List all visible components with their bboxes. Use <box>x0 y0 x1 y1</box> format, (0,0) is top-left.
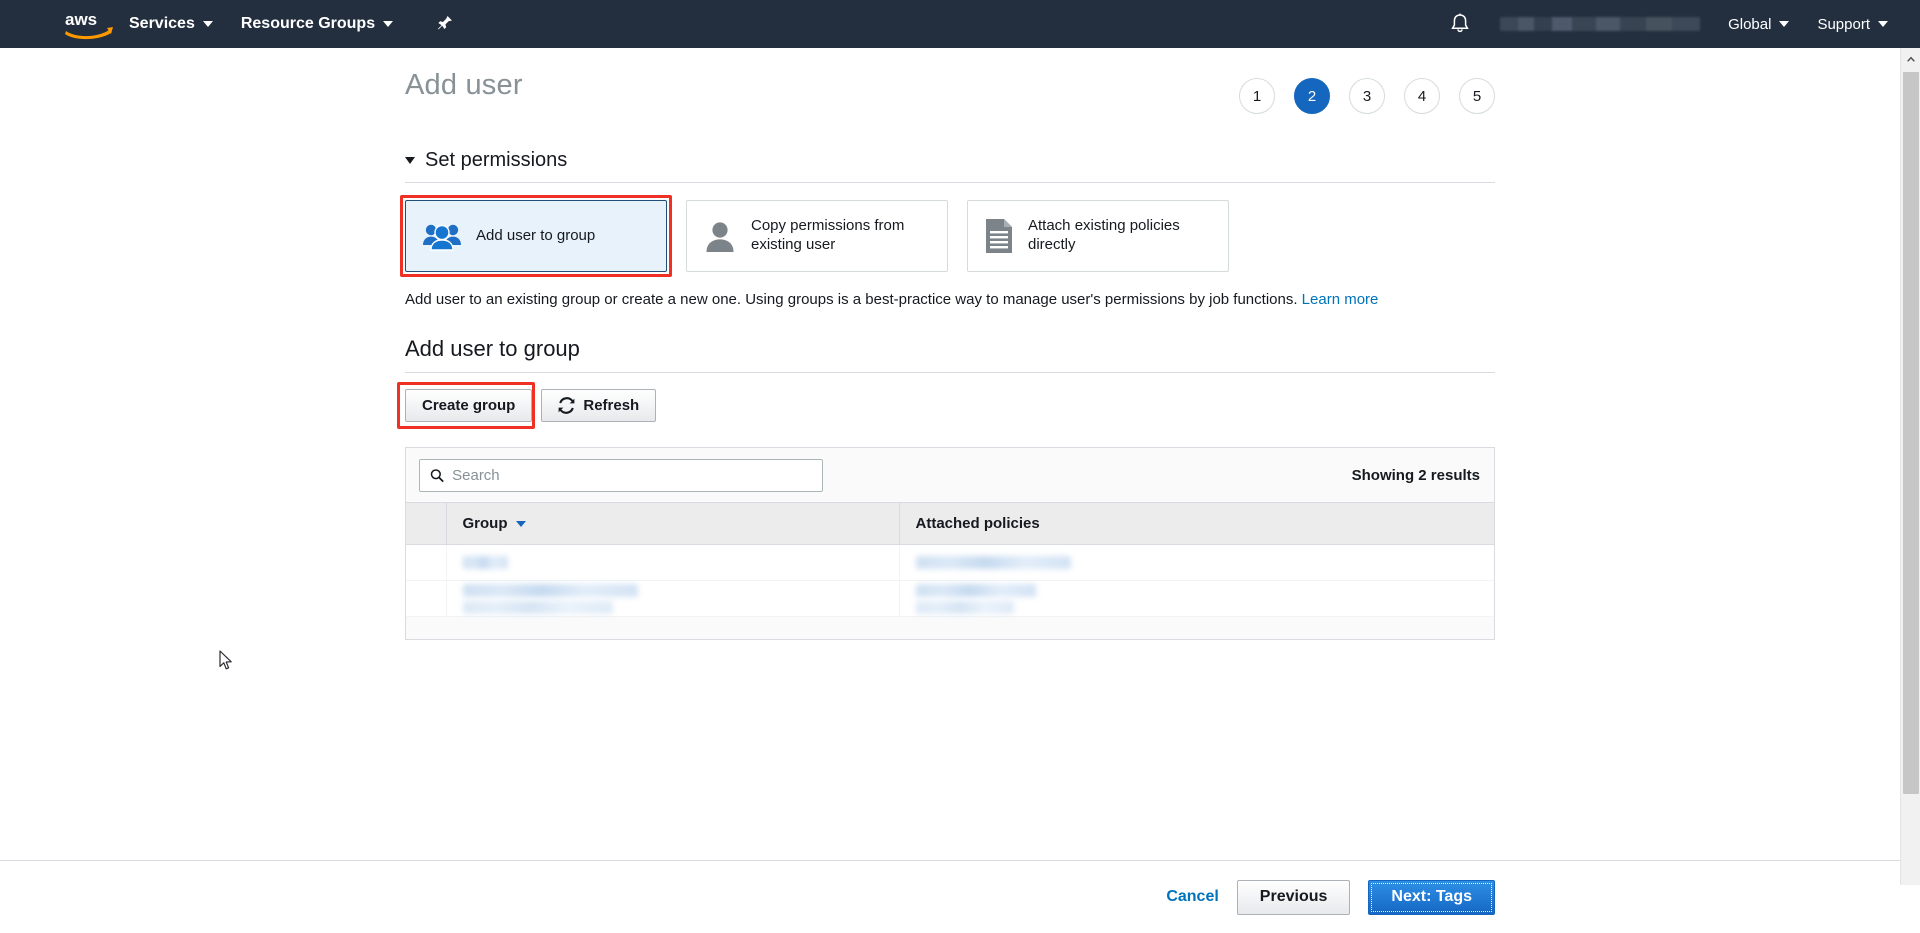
svg-text:aws: aws <box>65 10 97 29</box>
learn-more-link[interactable]: Learn more <box>1302 291 1379 308</box>
row-group-cell <box>446 544 900 581</box>
main-content: Add user 1 2 3 4 5 Set permissions Add u… <box>397 48 1495 640</box>
column-header-group[interactable]: Group <box>446 502 900 545</box>
chevron-down-icon <box>1878 21 1888 27</box>
aws-logo[interactable]: aws <box>63 8 115 40</box>
row-policies-cell <box>899 544 1494 581</box>
notifications-button[interactable] <box>1434 0 1486 48</box>
set-permissions-section-header[interactable]: Set permissions <box>405 149 1495 172</box>
nav-resource-groups-label: Resource Groups <box>240 15 376 32</box>
step-indicator: 1 2 3 4 5 <box>1239 78 1495 114</box>
card-copy-permissions[interactable]: Copy permissions from existing user <box>686 200 948 272</box>
refresh-icon <box>558 397 575 414</box>
groups-panel-footer <box>406 617 1494 639</box>
scroll-up-button[interactable] <box>1901 48 1920 68</box>
column-header-attached-policies[interactable]: Attached policies <box>899 502 1494 545</box>
step-1[interactable]: 1 <box>1239 78 1275 114</box>
search-input[interactable] <box>452 466 812 484</box>
redacted-group-name <box>462 583 638 597</box>
step-2-label: 2 <box>1307 87 1317 105</box>
support-menu[interactable]: Support <box>1803 0 1902 48</box>
row-checkbox-cell[interactable] <box>406 580 447 617</box>
bell-icon <box>1451 13 1469 33</box>
permissions-description: Add user to an existing group or create … <box>405 289 1495 310</box>
search-box[interactable] <box>419 458 823 492</box>
nav-services-label: Services <box>129 15 195 32</box>
card-add-user-to-group[interactable]: Add user to group <box>400 195 672 277</box>
wizard-footer: Cancel Previous Next: Tags <box>0 861 1900 933</box>
add-user-to-group-heading: Add user to group <box>405 336 580 361</box>
step-3[interactable]: 3 <box>1349 78 1385 114</box>
refresh-label: Refresh <box>583 397 640 414</box>
document-icon <box>986 219 1012 253</box>
redacted-group-name-line2 <box>462 600 613 614</box>
top-navigation-bar: aws Services Resource Groups Global Supp… <box>0 0 1920 48</box>
subsection-divider <box>405 372 1495 373</box>
section-divider <box>405 182 1495 183</box>
table-row[interactable] <box>406 544 1494 581</box>
groups-panel: Showing 2 results Group Attached pol <box>405 447 1495 640</box>
page-title: Add user <box>405 69 523 101</box>
card-attach-policies-label: Attach existing policies directly <box>1028 217 1180 253</box>
redacted-attached-policies <box>915 556 1071 569</box>
vertical-scrollbar[interactable] <box>1900 48 1920 885</box>
person-icon <box>706 222 734 252</box>
chevron-down-icon <box>1779 21 1790 27</box>
step-2[interactable]: 2 <box>1294 78 1330 114</box>
redacted-attached-policies-line2 <box>915 600 1014 614</box>
step-1-label: 1 <box>1252 87 1262 105</box>
create-group-button[interactable]: Create group <box>405 389 533 422</box>
account-name-redacted[interactable] <box>1500 17 1701 31</box>
permissions-description-text: Add user to an existing group or create … <box>405 291 1298 308</box>
chevron-down-icon <box>202 21 213 27</box>
permission-option-cards: Add user to group Copy permissions from … <box>400 195 1495 277</box>
step-5-label: 5 <box>1472 87 1482 105</box>
column-header-group-label: Group <box>462 515 508 532</box>
row-policies-cell <box>899 580 1494 617</box>
redacted-attached-policies <box>915 583 1036 597</box>
chevron-down-icon <box>383 21 394 27</box>
sort-descending-icon <box>515 520 526 527</box>
set-permissions-title: Set permissions <box>425 149 568 171</box>
nav-resource-groups[interactable]: Resource Groups <box>227 0 407 48</box>
chevron-up-icon <box>1907 56 1915 62</box>
cancel-button[interactable]: Cancel <box>1166 888 1218 906</box>
step-4[interactable]: 4 <box>1404 78 1440 114</box>
page-body: Add user 1 2 3 4 5 Set permissions Add u… <box>0 48 1900 915</box>
group-toolbar: Create group Refresh <box>397 382 1495 429</box>
page-header-row: Add user 1 2 3 4 5 <box>405 48 1495 114</box>
column-header-select-all[interactable] <box>406 502 447 545</box>
results-count-label: Showing 2 results <box>1351 466 1480 484</box>
triangle-down-icon <box>405 157 415 164</box>
create-group-label: Create group <box>422 397 516 414</box>
refresh-button[interactable]: Refresh <box>541 389 657 422</box>
redacted-group-name <box>462 556 508 569</box>
top-nav-right-group: Global Support <box>1434 0 1920 48</box>
support-label: Support <box>1817 15 1870 33</box>
groups-table-body <box>406 544 1494 617</box>
card-add-user-to-group-label: Add user to group <box>476 226 596 244</box>
card-attach-policies[interactable]: Attach existing policies directly <box>967 200 1229 272</box>
users-group-icon <box>423 224 461 251</box>
step-4-label: 4 <box>1417 87 1427 105</box>
row-group-cell <box>446 580 900 617</box>
step-5[interactable]: 5 <box>1459 78 1495 114</box>
search-icon <box>430 468 444 482</box>
groups-panel-toolbar: Showing 2 results <box>406 448 1494 502</box>
row-checkbox-cell[interactable] <box>406 544 447 581</box>
groups-table-header-row: Group Attached policies <box>406 502 1494 545</box>
pin-icon <box>438 16 453 30</box>
scrollbar-thumb[interactable] <box>1903 72 1919 794</box>
groups-table: Group Attached policies <box>406 502 1494 617</box>
card-copy-permissions-label: Copy permissions from existing user <box>751 217 905 253</box>
table-row[interactable] <box>406 580 1494 617</box>
region-selector[interactable]: Global <box>1714 0 1803 48</box>
step-3-label: 3 <box>1362 87 1372 105</box>
region-label: Global <box>1728 15 1772 33</box>
groups-table-head: Group Attached policies <box>406 502 1494 545</box>
pin-shortcut-button[interactable] <box>425 0 465 48</box>
column-header-attached-policies-label: Attached policies <box>915 515 1040 532</box>
nav-services[interactable]: Services <box>115 0 227 48</box>
